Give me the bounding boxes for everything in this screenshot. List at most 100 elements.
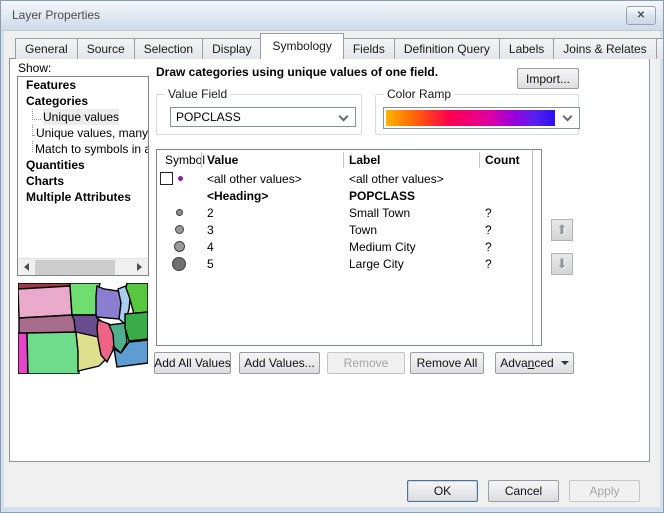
tab-symbology[interactable]: Symbology — [260, 33, 343, 59]
symbol-cell[interactable] — [157, 255, 201, 272]
count-cell: ? — [479, 223, 531, 237]
tab-general[interactable]: General — [15, 38, 78, 59]
apply-button[interactable]: Apply — [569, 480, 640, 502]
show-item-quantities[interactable]: Quantities — [18, 157, 148, 173]
tab-joins-relates[interactable]: Joins & Relates — [553, 38, 656, 59]
label-cell: Medium City — [343, 240, 479, 254]
title-bar[interactable]: Layer Properties ✕ — [1, 1, 664, 31]
add-all-values-button[interactable]: Add All Values — [154, 352, 231, 374]
show-item-unique-values-many[interactable]: Unique values, many — [18, 125, 148, 141]
tab-fields[interactable]: Fields — [343, 38, 395, 59]
tab-source[interactable]: Source — [77, 38, 135, 59]
show-tree-hscrollbar[interactable] — [18, 258, 148, 275]
symbol-cell[interactable] — [157, 204, 201, 221]
show-item-charts[interactable]: Charts — [18, 173, 148, 189]
unique-values-table[interactable]: SymbolValueLabelCount <all other values>… — [156, 149, 542, 346]
point-symbol-icon — [176, 209, 183, 216]
symbology-tab-page: Show: FeaturesCategoriesUnique valuesUni… — [9, 58, 650, 462]
arrow-down-icon: ⬇ — [557, 256, 568, 272]
column-header-value[interactable]: Value — [201, 150, 343, 170]
close-icon: ✕ — [637, 10, 645, 21]
tab-display[interactable]: Display — [202, 38, 261, 59]
tab-selection[interactable]: Selection — [134, 38, 203, 59]
tab-strip: GeneralSourceSelectionDisplaySymbologyFi… — [15, 37, 664, 59]
show-item-multiple-attributes[interactable]: Multiple Attributes — [18, 189, 148, 205]
tree-connector-icon — [32, 109, 41, 120]
map-state-green-e — [125, 312, 148, 341]
column-header-count[interactable]: Count — [479, 150, 531, 170]
show-item-features[interactable]: Features — [18, 77, 148, 93]
show-item-label: Charts — [26, 173, 64, 189]
value-field-dropdown[interactable]: POPCLASS — [170, 107, 356, 127]
window-border-left — [1, 31, 4, 513]
show-item-label: Quantities — [26, 157, 85, 173]
remove-all-button[interactable]: Remove All — [410, 352, 484, 374]
column-header-label[interactable]: Label — [343, 150, 479, 170]
chevron-down-icon — [563, 112, 573, 122]
table-row[interactable]: 5Large City? — [157, 255, 541, 272]
table-row[interactable]: 4Medium City? — [157, 238, 541, 255]
count-cell: ? — [479, 206, 531, 220]
value-cell: 5 — [201, 257, 343, 271]
show-item-label: Categories — [26, 93, 88, 109]
value-cell: 4 — [201, 240, 343, 254]
all-other-values-checkbox[interactable] — [160, 172, 173, 185]
show-item-label: Features — [26, 77, 76, 93]
show-item-categories[interactable]: Categories — [18, 93, 148, 109]
show-tree[interactable]: FeaturesCategoriesUnique valuesUnique va… — [17, 76, 149, 276]
color-ramp-label: Color Ramp — [384, 87, 454, 101]
table-row[interactable]: 2Small Town? — [157, 204, 541, 221]
table-row[interactable]: 3Town? — [157, 221, 541, 238]
import-button[interactable]: Import... — [517, 68, 579, 89]
move-down-button[interactable]: ⬇ — [551, 253, 573, 275]
add-values-button[interactable]: Add Values... — [239, 352, 320, 374]
window-border-bottom — [1, 507, 664, 512]
window-title: Layer Properties — [12, 8, 100, 22]
dropdown-arrow-icon — [561, 361, 569, 365]
show-item-unique-values[interactable]: Unique values — [18, 109, 148, 125]
point-symbol-icon — [175, 225, 184, 234]
label-cell: <all other values> — [343, 172, 479, 186]
show-item-label: Unique values — [43, 109, 119, 125]
point-symbol-icon — [172, 257, 186, 271]
value-field-label: Value Field — [165, 87, 230, 101]
map-state-mauve — [19, 315, 76, 334]
label-cell: Large City — [343, 257, 479, 271]
symbol-cell[interactable] — [157, 238, 201, 255]
tab-labels[interactable]: Labels — [499, 38, 554, 59]
tab-time[interactable]: Time — [656, 38, 664, 59]
symbol-cell[interactable] — [157, 170, 201, 187]
table-header[interactable]: SymbolValueLabelCount — [157, 150, 541, 170]
table-row[interactable]: <Heading>POPCLASS — [157, 187, 541, 204]
header-separator — [201, 152, 202, 168]
advanced-button[interactable]: Advanced — [495, 352, 574, 374]
symbol-cell[interactable] — [157, 187, 201, 204]
show-item-match-to-symbols-in-a[interactable]: Match to symbols in a — [18, 141, 148, 157]
column-header-symbol[interactable]: Symbol — [157, 150, 201, 170]
layer-properties-dialog: Layer Properties ✕ GeneralSourceSelectio… — [0, 0, 664, 513]
scroll-right-icon[interactable] — [131, 259, 148, 275]
ok-button[interactable]: OK — [407, 480, 478, 502]
advanced-label: Advanced — [500, 356, 553, 370]
value-cell: 3 — [201, 223, 343, 237]
map-state-pink — [18, 286, 72, 318]
color-ramp-dropdown[interactable] — [383, 107, 580, 129]
close-button[interactable]: ✕ — [626, 6, 656, 25]
value-field-value: POPCLASS — [176, 110, 241, 124]
move-up-button[interactable]: ⬆ — [551, 219, 573, 241]
chevron-down-icon — [339, 112, 349, 122]
scrollbar-thumb[interactable] — [35, 260, 115, 275]
tab-definition-query[interactable]: Definition Query — [394, 38, 500, 59]
scroll-left-icon[interactable] — [18, 259, 35, 275]
arrow-up-icon: ⬆ — [557, 222, 568, 238]
tree-connector-icon — [32, 125, 34, 136]
remove-button[interactable]: Remove — [327, 352, 405, 374]
window-border-right — [660, 31, 663, 513]
value-cell: <Heading> — [201, 189, 343, 203]
symbol-cell[interactable] — [157, 221, 201, 238]
point-symbol-icon — [178, 176, 183, 181]
cancel-button[interactable]: Cancel — [488, 480, 559, 502]
count-cell: ? — [479, 257, 531, 271]
table-row[interactable]: <all other values><all other values> — [157, 170, 541, 187]
label-cell: Small Town — [343, 206, 479, 220]
